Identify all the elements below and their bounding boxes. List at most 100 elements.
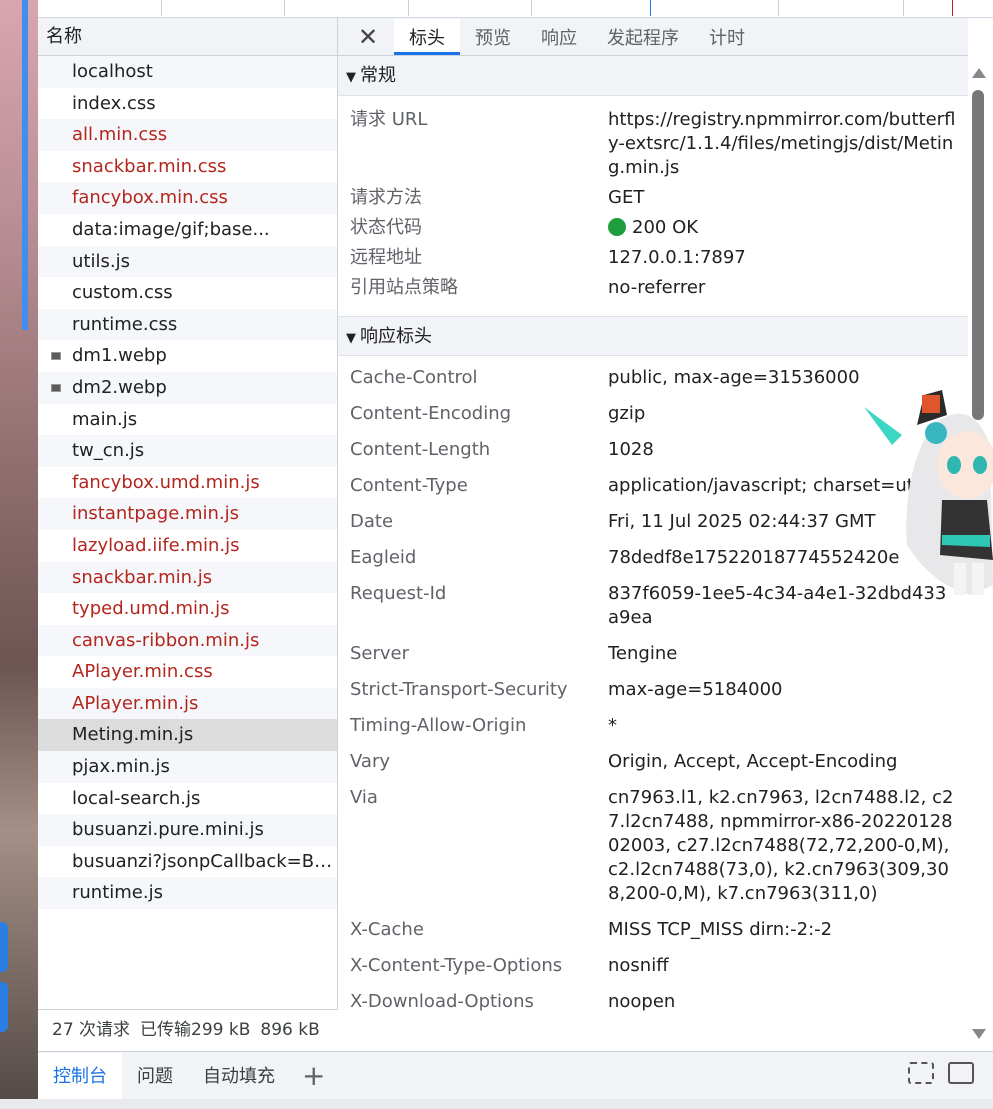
request-row[interactable]: busuanzi?jsonpCallback=Bu... — [38, 846, 337, 878]
request-name: Meting.min.js — [72, 724, 194, 746]
request-name: busuanzi?jsonpCallback=Bu... — [72, 850, 337, 872]
request-row[interactable]: local-search.js — [38, 783, 337, 815]
header-value-text: https://registry.npmmirror.com/butterfly… — [608, 109, 956, 178]
request-name: pjax.min.js — [72, 756, 170, 778]
header-value: noopen — [608, 990, 956, 1014]
header-value: cn7963.l1, k2.cn7963, l2cn7488.l2, c27.l… — [608, 786, 956, 906]
request-row[interactable]: fancybox.min.css — [38, 182, 337, 214]
request-row[interactable]: snackbar.min.css — [38, 151, 337, 183]
page-background — [0, 0, 38, 1109]
request-row[interactable]: busuanzi.pure.mini.js — [38, 814, 337, 846]
tab-console[interactable]: 控制台 — [38, 1052, 122, 1099]
scroll-up-icon[interactable] — [972, 68, 986, 78]
tab-preview[interactable]: 预览 — [460, 19, 526, 55]
request-row[interactable]: dm2.webp — [38, 371, 337, 404]
header-key: Request-Id — [350, 583, 447, 604]
page-float-button[interactable] — [0, 922, 8, 972]
request-name: main.js — [72, 408, 138, 430]
header-value-text: Fri, 11 Jul 2025 02:44:37 GMT — [608, 511, 876, 532]
name-column-header[interactable]: 名称 — [38, 18, 337, 56]
request-row[interactable]: data:image/gif;base... — [38, 214, 337, 246]
request-row[interactable]: dm1.webp — [38, 340, 337, 372]
request-row[interactable]: canvas-ribbon.min.js — [38, 624, 337, 657]
request-row[interactable]: utils.js — [38, 245, 337, 278]
header-key: Timing-Allow-Origin — [350, 715, 527, 736]
request-row[interactable]: Meting.min.js — [38, 719, 337, 752]
request-row[interactable]: lazyload.iife.min.js — [38, 530, 337, 562]
request-name: index.css — [72, 92, 156, 114]
request-row[interactable]: APlayer.min.css — [38, 656, 337, 688]
header-value: nosniff — [608, 954, 956, 978]
tab-headers[interactable]: 标头 — [394, 19, 460, 55]
request-row[interactable]: runtime.js — [38, 877, 337, 910]
request-row[interactable]: main.js — [38, 404, 337, 436]
request-row[interactable]: all.min.css — [38, 119, 337, 151]
request-row[interactable]: fancybox.umd.min.js — [38, 467, 337, 499]
close-details-button[interactable]: ✕ — [354, 19, 382, 55]
header-value-text: cn7963.l1, k2.cn7963, l2cn7488.l2, c27.l… — [608, 787, 954, 904]
tab-response[interactable]: 响应 — [526, 19, 592, 55]
header-row[interactable]: Vary Origin, Accept, Accept-Encoding — [338, 750, 968, 774]
request-row[interactable]: typed.umd.min.js — [38, 593, 337, 625]
request-row[interactable]: instantpage.min.js — [38, 498, 337, 530]
header-key: Content-Length — [350, 439, 491, 460]
request-count: 27 次请求 — [52, 1020, 131, 1040]
tab-issues[interactable]: 问题 — [122, 1053, 188, 1099]
header-value: 127.0.0.1:7897 — [608, 246, 956, 270]
request-row[interactable]: runtime.css — [38, 308, 337, 341]
header-row[interactable]: 请求方法 GET — [338, 186, 968, 210]
tab-initiator[interactable]: 发起程序 — [592, 19, 694, 55]
header-key: Content-Type — [350, 475, 468, 496]
request-row[interactable]: index.css — [38, 88, 337, 120]
request-row[interactable]: pjax.min.js — [38, 751, 337, 783]
header-row[interactable]: Via cn7963.l1, k2.cn7963, l2cn7488.l2, c2… — [338, 786, 968, 906]
window-bottom-edge — [0, 1099, 993, 1109]
request-row[interactable]: snackbar.min.js — [38, 561, 337, 594]
header-key: 请求 URL — [350, 109, 428, 130]
header-key: Content-Encoding — [350, 403, 512, 424]
request-row[interactable]: custom.css — [38, 277, 337, 309]
request-name: dm2.webp — [72, 376, 167, 398]
triangle-down-icon: ▼ — [346, 70, 356, 85]
header-row[interactable]: 状态代码 200 OK — [338, 216, 968, 240]
request-row[interactable]: APlayer.min.js — [38, 687, 337, 720]
response-headers-section-header[interactable]: ▼ 响应标头 — [338, 316, 968, 356]
header-value-text: gzip — [608, 403, 646, 424]
scrollbar-thumb[interactable] — [972, 90, 984, 420]
header-value-text: nosniff — [608, 955, 669, 976]
mascot-image — [864, 390, 993, 595]
header-row[interactable]: X-Download-Options noopen — [338, 990, 968, 1014]
response-headers-section-title: 响应标头 — [360, 326, 432, 347]
header-value: https://registry.npmmirror.com/butterfly… — [608, 108, 956, 180]
tab-autofill[interactable]: 自动填充 — [188, 1053, 290, 1099]
waterfall-gridline — [408, 0, 409, 16]
request-name: APlayer.min.js — [72, 692, 199, 714]
header-row[interactable]: 请求 URL https://registry.npmmirror.com/but… — [338, 108, 968, 180]
status-ok-icon — [608, 218, 626, 236]
request-name: snackbar.min.css — [72, 155, 227, 177]
header-row[interactable]: 引用站点策略 no-referrer — [338, 276, 968, 300]
waterfall-overview[interactable] — [38, 0, 993, 18]
waterfall-gridline — [778, 0, 779, 16]
general-section-header[interactable]: ▼ 常规 — [338, 56, 968, 96]
waterfall-gridline — [161, 0, 162, 16]
plus-icon[interactable]: + — [302, 1056, 325, 1096]
header-row[interactable]: X-Content-Type-Options nosniff — [338, 954, 968, 978]
header-value: MISS TCP_MISS dirn:-2:-2 — [608, 918, 956, 942]
screenshot-icon[interactable] — [948, 1062, 974, 1084]
header-row[interactable]: 远程地址 127.0.0.1:7897 — [338, 246, 968, 270]
header-value: * — [608, 714, 956, 738]
header-key: X-Download-Options — [350, 991, 534, 1012]
page-float-button[interactable] — [0, 982, 8, 1032]
request-name: typed.umd.min.js — [72, 598, 230, 620]
dock-icon[interactable] — [908, 1062, 934, 1084]
request-row[interactable]: tw_cn.js — [38, 435, 337, 467]
tab-timing[interactable]: 计时 — [694, 19, 760, 55]
header-row[interactable]: Strict-Transport-Security max-age=5184000 — [338, 678, 968, 702]
request-name: all.min.css — [72, 124, 168, 146]
header-row[interactable]: Server Tengine — [338, 642, 968, 666]
header-row[interactable]: Timing-Allow-Origin * — [338, 714, 968, 738]
header-row[interactable]: X-Cache MISS TCP_MISS dirn:-2:-2 — [338, 918, 968, 942]
scroll-down-icon[interactable] — [972, 1029, 986, 1039]
request-row[interactable]: localhost — [38, 56, 337, 88]
